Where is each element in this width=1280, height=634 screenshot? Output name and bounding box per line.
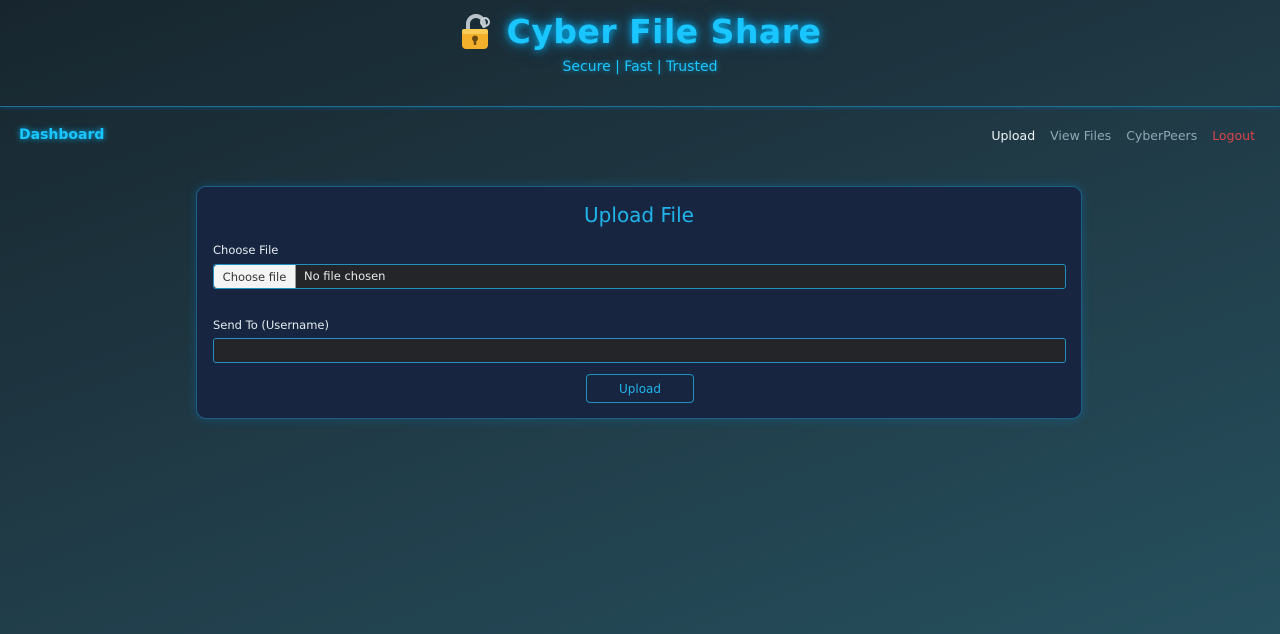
username-input[interactable] <box>213 338 1066 363</box>
main-nav: Upload View Files CyberPeers Logout <box>980 128 1255 143</box>
nav-logout-link[interactable]: Logout <box>1212 128 1255 143</box>
upload-button[interactable]: Upload <box>586 374 694 403</box>
file-input[interactable]: Choose file No file chosen <box>213 264 1066 289</box>
upload-card: Upload File Choose File Choose file No f… <box>196 186 1082 419</box>
choose-file-label: Choose File <box>213 243 279 257</box>
choose-file-button[interactable]: Choose file <box>214 265 296 288</box>
upload-card-title: Upload File <box>584 203 694 227</box>
lock-icon <box>459 13 493 51</box>
nav-dashboard-link[interactable]: Dashboard <box>19 127 104 143</box>
site-tagline: Secure | Fast | Trusted <box>562 59 718 75</box>
nav-upload-link[interactable]: Upload <box>991 128 1035 143</box>
nav-view-files-link[interactable]: View Files <box>1050 128 1111 143</box>
nav-cyberpeers-link[interactable]: CyberPeers <box>1126 128 1197 143</box>
file-status-text: No file chosen <box>304 269 386 283</box>
site-title: Cyber File Share <box>506 12 822 51</box>
brand: Cyber File Share <box>0 12 1280 51</box>
send-to-label: Send To (Username) <box>213 318 329 332</box>
site-header: Cyber File Share Secure | Fast | Trusted <box>0 0 1280 107</box>
